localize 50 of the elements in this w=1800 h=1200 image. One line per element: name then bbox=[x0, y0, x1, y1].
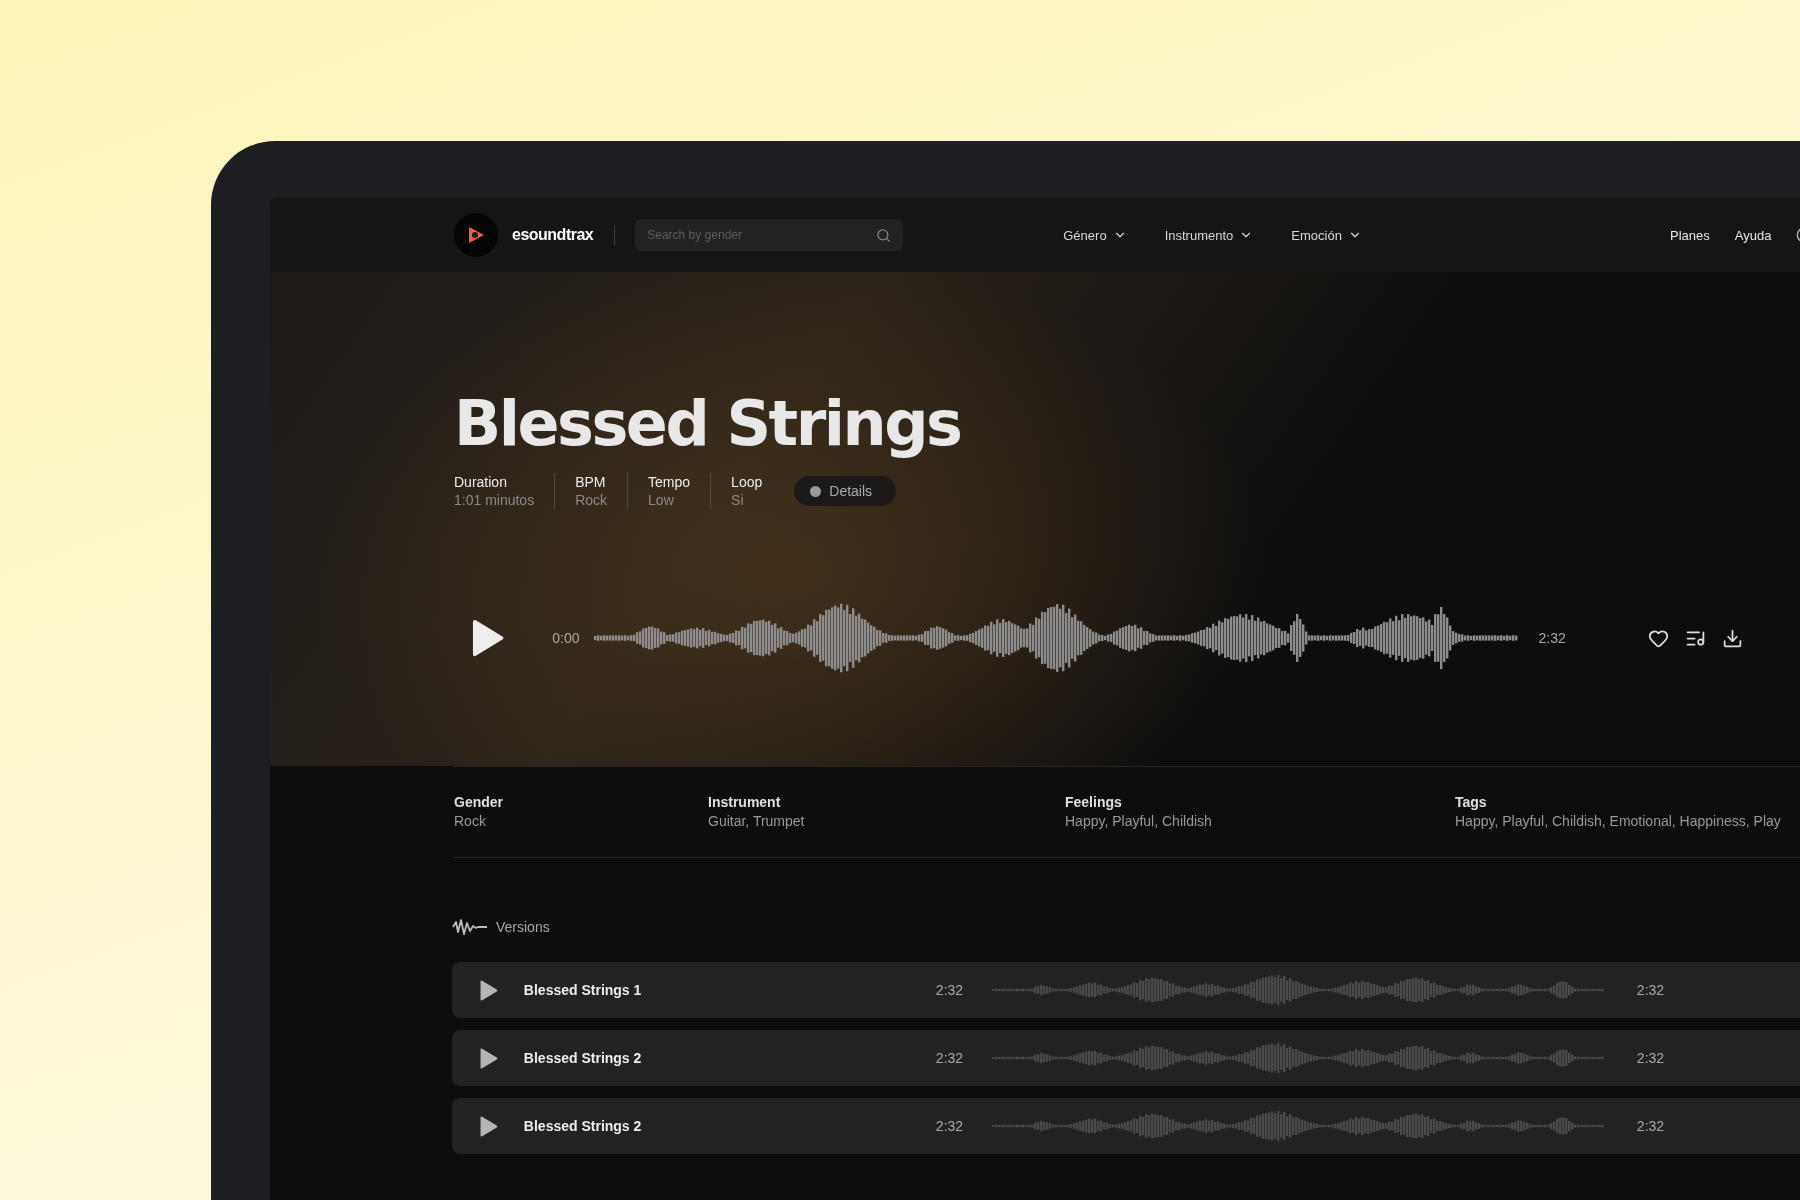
version-name: Blessed Strings 2 bbox=[523, 1118, 643, 1134]
info-label: Instrument bbox=[708, 793, 782, 812]
version-end-time: 2:32 bbox=[1636, 982, 1666, 998]
total-time: 2:32 bbox=[1538, 630, 1566, 646]
info-label: Gender bbox=[454, 793, 504, 812]
version-duration: 2:32 bbox=[935, 1050, 965, 1066]
meta-label: Loop bbox=[731, 473, 763, 491]
version-name: Blessed Strings 2 bbox=[523, 1050, 643, 1066]
meta-value: Si bbox=[731, 491, 745, 509]
search-field[interactable]: Search by gender bbox=[635, 219, 904, 251]
section-title: Versions bbox=[496, 919, 550, 935]
nav-link[interactable]: Ayuda bbox=[1734, 227, 1772, 243]
current-time: 0:00 bbox=[552, 630, 580, 646]
nav-dropdown[interactable]: Género bbox=[1063, 227, 1127, 243]
info-value: Rock bbox=[454, 812, 487, 831]
info-label: Feelings bbox=[1065, 793, 1123, 812]
brand-name: esoundtrax bbox=[512, 226, 594, 244]
meta-label: BPM bbox=[575, 473, 607, 491]
version-row[interactable]: Blessed Strings 2 2:32 2:32 bbox=[452, 1030, 1800, 1086]
waveform-icon bbox=[452, 918, 488, 936]
play-button[interactable] bbox=[472, 619, 505, 657]
play-icon bbox=[480, 979, 498, 1001]
nav-link[interactable]: Planes bbox=[1670, 227, 1710, 243]
info-value: Happy, Playful, Childish bbox=[1065, 812, 1213, 831]
track-title: Blessed Strings bbox=[454, 389, 962, 459]
play-icon bbox=[480, 1115, 498, 1137]
search-icon bbox=[876, 227, 892, 243]
version-duration: 2:32 bbox=[935, 982, 965, 998]
details-button[interactable]: Details bbox=[794, 476, 897, 506]
meta-value: 1:01 minutos bbox=[454, 491, 535, 509]
version-end-time: 2:32 bbox=[1636, 1118, 1666, 1134]
version-row[interactable]: Blessed Strings 1 2:32 2:32 bbox=[452, 962, 1800, 1018]
version-duration: 2:32 bbox=[935, 1118, 965, 1134]
meta-label: Tempo bbox=[648, 473, 691, 491]
meta-label: Duration bbox=[454, 473, 508, 491]
dot-icon bbox=[810, 485, 822, 497]
info-value: Happy, Playful, Childish, Emotional, Happiness, Play bbox=[1455, 812, 1782, 831]
nav-dropdown[interactable]: Instrumento bbox=[1164, 227, 1254, 243]
logo-icon[interactable] bbox=[454, 213, 498, 257]
version-name: Blessed Strings 1 bbox=[523, 982, 643, 998]
info-label: Tags bbox=[1455, 793, 1488, 812]
play-icon bbox=[472, 619, 505, 657]
meta-value: Low bbox=[648, 491, 675, 509]
version-end-time: 2:32 bbox=[1636, 1050, 1666, 1066]
info-value: Guitar, Trumpet bbox=[708, 812, 806, 831]
download-icon[interactable] bbox=[1721, 627, 1743, 649]
meta-value: Rock bbox=[575, 491, 608, 509]
version-row[interactable]: Blessed Strings 2 2:32 2:32 bbox=[452, 1098, 1800, 1154]
nav-dropdown[interactable]: Emoción bbox=[1291, 227, 1362, 243]
play-icon bbox=[480, 1047, 498, 1069]
